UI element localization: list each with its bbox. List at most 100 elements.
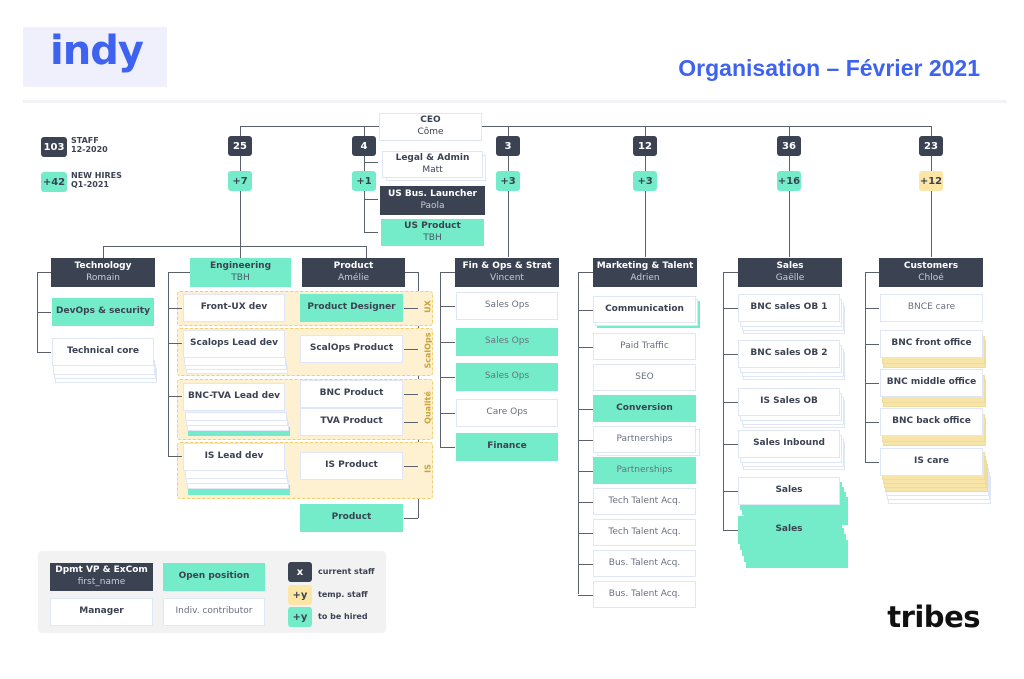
- hires-badge-sales: +16: [777, 171, 801, 191]
- communication-box[interactable]: Communication: [593, 296, 696, 323]
- hires-badge-technology: +7: [228, 171, 252, 191]
- connector: [865, 462, 879, 463]
- box-title: IS Lead dev: [204, 451, 264, 462]
- box-title: Technology: [74, 260, 132, 271]
- connector: [364, 126, 365, 136]
- product-dept-box[interactable]: Product Amélie: [302, 258, 405, 287]
- connector: [404, 466, 418, 467]
- sales-ops-box[interactable]: Sales Ops: [456, 363, 558, 391]
- partnerships-box[interactable]: Partnerships: [593, 426, 696, 453]
- bnc-back-office-box[interactable]: BNC back office: [880, 408, 983, 436]
- box-title: Scalops Lead dev: [190, 338, 278, 349]
- staff-count-badge: 103: [41, 137, 67, 157]
- seo-box[interactable]: SEO: [593, 364, 696, 391]
- box-name: TBH: [423, 232, 442, 243]
- legend-current-staff-badge: x: [288, 562, 312, 582]
- connector: [578, 347, 593, 348]
- stack-layer: [185, 412, 287, 421]
- sales-inbound-box[interactable]: Sales Inbound: [738, 430, 840, 458]
- us-product-box[interactable]: US Product TBH: [381, 219, 484, 246]
- bnc-sales-ob-2-box[interactable]: BNC sales OB 2: [738, 340, 840, 368]
- bnc-front-office-box[interactable]: BNC front office: [880, 330, 983, 358]
- is-product-box[interactable]: IS Product: [300, 452, 403, 480]
- ceo-box[interactable]: CEO Côme: [379, 113, 482, 141]
- connector: [865, 272, 879, 273]
- bnc-product-box[interactable]: BNC Product: [300, 380, 403, 408]
- product-open-box[interactable]: Product: [300, 504, 403, 532]
- fin-ops-box[interactable]: Fin & Ops & Strat Vincent: [455, 258, 559, 287]
- box-title: US Bus. Launcher: [387, 188, 477, 199]
- box-title: Sales: [775, 524, 803, 535]
- legend-temp-staff-label: temp. staff: [318, 590, 368, 599]
- tva-product-box[interactable]: TVA Product: [300, 408, 403, 436]
- is-care-box[interactable]: IS care: [880, 448, 983, 476]
- box-title: Customers: [903, 260, 959, 271]
- is-sales-ob-box[interactable]: IS Sales OB: [738, 388, 840, 416]
- group-label-ux: UX: [423, 300, 433, 313]
- bus-talent-acq-box[interactable]: Bus. Talent Acq.: [593, 550, 696, 577]
- legal-admin-box[interactable]: Legal & Admin Matt: [382, 151, 483, 178]
- box-title: Partnerships: [616, 464, 673, 475]
- connector: [865, 344, 879, 345]
- box-title: Product: [333, 260, 374, 271]
- bus-talent-acq-box[interactable]: Bus. Talent Acq.: [593, 581, 696, 608]
- customers-box[interactable]: Customers Chloé: [879, 258, 983, 287]
- connector: [723, 272, 738, 273]
- stack-layer: [184, 357, 286, 366]
- connector: [37, 352, 51, 353]
- us-bus-launcher-box[interactable]: US Bus. Launcher Paola: [380, 186, 485, 215]
- box-title: Sales Inbound: [753, 438, 825, 449]
- connector: [578, 564, 593, 565]
- sales-box[interactable]: Sales: [738, 477, 840, 505]
- box-title: Bus. Talent Acq.: [608, 588, 681, 599]
- scalops-product-box[interactable]: ScalOps Product: [300, 335, 403, 363]
- tech-talent-acq-box[interactable]: Tech Talent Acq.: [593, 488, 696, 515]
- scalops-lead-dev-box[interactable]: Scalops Lead dev: [183, 330, 285, 358]
- partnerships-box[interactable]: Partnerships: [593, 457, 696, 484]
- product-designer-box[interactable]: Product Designer: [300, 294, 403, 322]
- tech-talent-acq-box[interactable]: Tech Talent Acq.: [593, 519, 696, 546]
- devops-security-box[interactable]: DevOps & security: [52, 298, 154, 326]
- engineering-box[interactable]: Engineering TBH: [190, 258, 291, 287]
- box-title: BNC Product: [319, 388, 384, 399]
- marketing-box[interactable]: Marketing & Talent Adrien: [593, 258, 697, 287]
- box-title: Communication: [605, 303, 684, 314]
- connector: [645, 126, 646, 136]
- connector: [723, 308, 738, 309]
- care-ops-box[interactable]: Care Ops: [456, 399, 558, 427]
- connector: [440, 272, 455, 273]
- box-title: Tech Talent Acq.: [608, 526, 681, 537]
- sales-ops-box[interactable]: Sales Ops: [456, 292, 558, 320]
- connector: [578, 272, 579, 594]
- is-lead-dev-box[interactable]: IS Lead dev: [183, 443, 285, 471]
- technology-box[interactable]: Technology Romain: [51, 258, 155, 287]
- connector: [240, 156, 241, 171]
- sales-box[interactable]: Sales Gaëlle: [738, 258, 842, 287]
- box-title: Partnerships: [616, 433, 673, 444]
- technical-core-box[interactable]: Technical core: [52, 338, 154, 366]
- bnce-care-box[interactable]: BNCE care: [880, 294, 983, 322]
- connector: [440, 413, 455, 414]
- bnc-middle-office-box[interactable]: BNC middle office: [880, 369, 983, 397]
- bnc-tva-lead-dev-box[interactable]: BNC-TVA Lead dev: [183, 383, 285, 411]
- connector: [364, 162, 378, 163]
- connector: [168, 396, 182, 397]
- hires-badge-ceo-office: +1: [352, 171, 376, 191]
- staff-badge-customers: 23: [919, 136, 943, 156]
- legend-to-be-hired-badge: +y: [288, 607, 312, 627]
- connector: [578, 440, 593, 441]
- bnc-sales-ob-1-box[interactable]: BNC sales OB 1: [738, 294, 840, 322]
- ceo-name: Côme: [417, 127, 444, 137]
- connector: [645, 156, 646, 171]
- sales-box[interactable]: Sales: [738, 516, 840, 544]
- paid-traffic-box[interactable]: Paid Traffic: [593, 333, 696, 360]
- connector: [440, 342, 455, 343]
- hires-badge-marketing: +3: [633, 171, 657, 191]
- sales-ops-box[interactable]: Sales Ops: [456, 328, 558, 356]
- conversion-box[interactable]: Conversion: [593, 395, 696, 422]
- group-label-qualite: Qualité: [423, 391, 433, 424]
- stack-layer: [185, 470, 287, 479]
- finance-box[interactable]: Finance: [456, 433, 558, 461]
- front-ux-dev-box[interactable]: Front-UX dev: [183, 294, 285, 322]
- box-title: BNC sales OB 2: [750, 348, 828, 359]
